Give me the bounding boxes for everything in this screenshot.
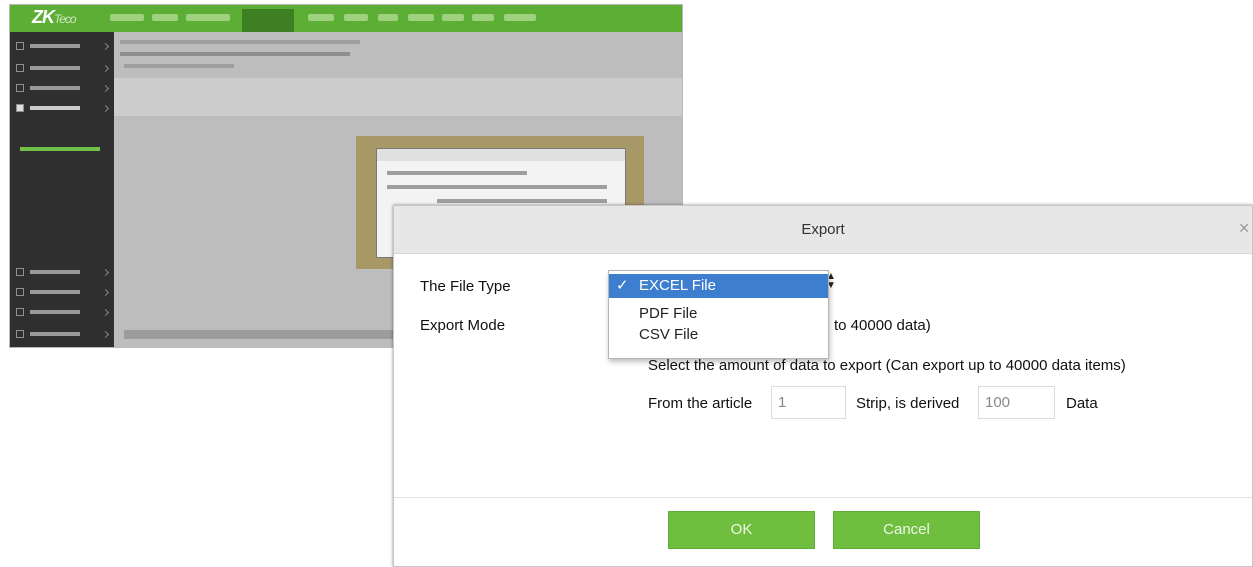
top-nav-item[interactable] [442,14,464,21]
top-nav-item[interactable] [308,14,334,21]
footer-divider [394,497,1252,498]
close-icon[interactable]: ✕ [1238,220,1250,237]
top-nav-item[interactable] [186,14,230,21]
small-dialog-row [387,171,527,175]
sidebar-item[interactable] [16,42,110,51]
top-nav-item-active[interactable] [242,9,294,32]
small-dialog-title-bar [377,149,625,161]
sidebar-item[interactable] [16,330,110,339]
sidebar-subitem-active[interactable] [20,147,100,151]
app-logo: ZKTeco [32,7,77,27]
option-csv-file[interactable]: CSV File [609,323,828,347]
sidebar-item[interactable] [16,104,110,113]
ok-button[interactable]: OK [668,511,815,549]
filter-summary [120,52,350,56]
export-dialog: Export ✕ The File Type Export Mode ▲ ▼ to… [393,205,1253,567]
cancel-button[interactable]: Cancel [833,511,980,549]
dialog-title: Export [801,221,845,238]
from-article-label: From the article [648,395,753,412]
top-navigation-bar: ZKTeco [10,5,682,32]
top-nav-item[interactable] [472,14,494,21]
small-dialog-row [437,199,607,203]
sidebar-item[interactable] [16,288,110,297]
table-header [114,78,682,116]
sidebar-item[interactable] [16,268,110,277]
top-nav-item[interactable] [344,14,368,21]
sidebar-item[interactable] [16,64,110,73]
export-mode-label: Export Mode [420,317,506,334]
strip-derived-label: Strip, is derived [856,395,960,412]
top-nav-item[interactable] [504,14,536,21]
top-nav-item[interactable] [408,14,434,21]
checkmark-icon: ✓ [616,277,629,294]
option-excel-file[interactable]: ✓ EXCEL File [609,274,828,298]
derived-count-input[interactable]: 100 [978,386,1055,419]
sidebar [10,32,114,347]
file-type-label: The File Type [420,278,511,295]
sidebar-item[interactable] [16,308,110,317]
file-type-dropdown[interactable]: ✓ EXCEL File PDF File CSV File [608,270,829,359]
top-nav-item[interactable] [152,14,178,21]
top-nav-item[interactable] [378,14,398,21]
small-dialog-row [387,185,607,189]
from-article-input[interactable]: 1 [771,386,846,419]
export-mode-all-text: to 40000 data) [834,317,931,334]
toolbar [124,64,234,68]
top-nav-item[interactable] [110,14,144,21]
dialog-header: Export ✕ [394,206,1252,254]
sidebar-item[interactable] [16,84,110,93]
export-mode-select-amount-text[interactable]: Select the amount of data to export (Can… [648,357,1126,374]
data-label: Data [1066,395,1098,412]
option-label: CSV File [639,326,699,343]
option-label: EXCEL File [639,277,716,294]
search-filter-bar [120,40,360,44]
